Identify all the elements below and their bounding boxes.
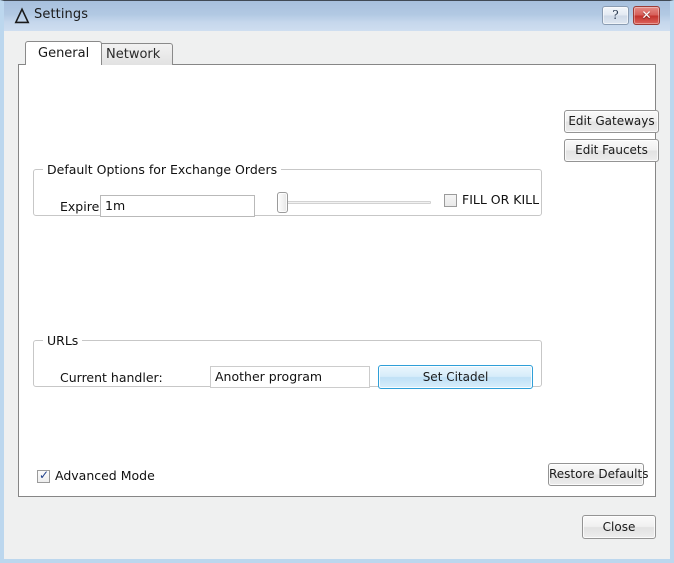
set-citadel-button[interactable]: Set Citadel [378, 365, 533, 389]
settings-window: Settings ? ✕ General Network Edit Gatewa… [0, 0, 674, 563]
edit-gateways-button[interactable]: Edit Gateways [564, 110, 659, 133]
close-dialog-button[interactable]: Close [582, 515, 656, 539]
tab-network[interactable]: Network [93, 43, 174, 65]
fill-or-kill-label: FILL OR KILL [462, 192, 540, 207]
advanced-mode-label: Advanced Mode [55, 468, 155, 483]
close-icon: ✕ [641, 8, 652, 22]
slider-track[interactable] [283, 201, 431, 204]
urls-group: URLs Current handler: Another program Se… [33, 333, 542, 389]
fill-or-kill-box[interactable] [444, 194, 457, 207]
expire-in-input[interactable]: 1m [100, 195, 255, 217]
advanced-mode-box[interactable]: ✓ [37, 468, 50, 483]
slider-handle[interactable] [277, 192, 288, 213]
expire-in-slider[interactable] [274, 188, 432, 216]
current-handler-value: Another program [210, 366, 370, 388]
restore-defaults-button[interactable]: Restore Defaults [548, 463, 648, 486]
edit-faucets-button[interactable]: Edit Faucets [564, 139, 659, 162]
exchange-orders-group: Default Options for Exchange Orders Expi… [33, 162, 542, 217]
help-button[interactable]: ? [602, 6, 629, 25]
current-handler-label: Current handler: [60, 370, 163, 385]
dialog-body: General Network Edit Gateways Edit Fauce… [4, 31, 670, 559]
delta-icon [14, 7, 30, 24]
close-window-button[interactable]: ✕ [633, 6, 660, 25]
checkmark-icon: ✓ [39, 468, 50, 482]
help-icon: ? [612, 8, 619, 22]
window-frame-inner: Settings ? ✕ General Network Edit Gatewa… [4, 1, 670, 559]
exchange-orders-group-title: Default Options for Exchange Orders [43, 162, 282, 177]
tab-panel-general: Edit Gateways Edit Faucets Default Optio… [18, 64, 659, 497]
window-title: Settings [34, 7, 89, 22]
urls-group-title: URLs [43, 333, 83, 348]
tab-general[interactable]: General [25, 41, 103, 65]
tab-panel-notch [27, 65, 87, 66]
title-bar[interactable]: Settings ? ✕ [4, 1, 670, 32]
